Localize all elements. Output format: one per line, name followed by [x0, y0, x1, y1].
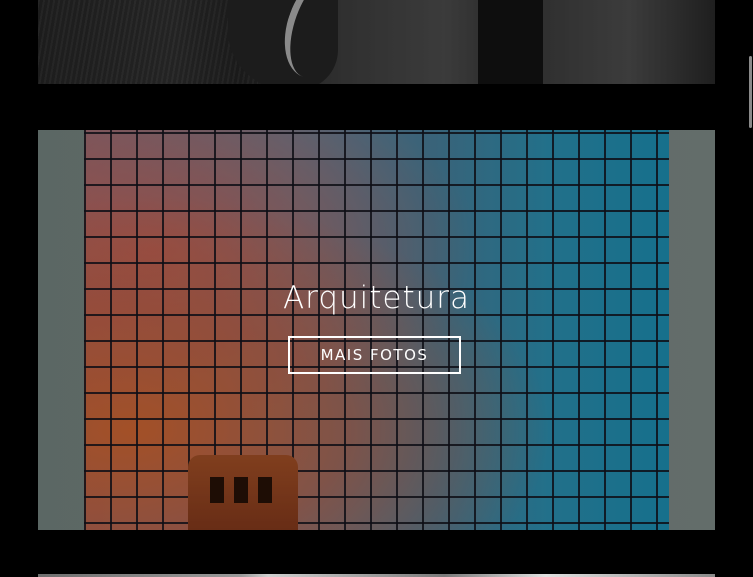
gallery-page: Arquitetura MAIS FOTOS	[0, 0, 753, 577]
card-content: Arquitetura MAIS FOTOS	[38, 130, 715, 530]
scrollbar-thumb[interactable]	[749, 56, 752, 128]
scrollbar-track[interactable]	[749, 0, 753, 577]
card-overlay	[38, 0, 715, 84]
gallery-card-elephant[interactable]	[38, 0, 715, 84]
card-title: Arquitetura	[282, 280, 471, 316]
more-photos-button[interactable]: MAIS FOTOS	[288, 336, 461, 374]
gallery-card-architecture[interactable]: Arquitetura MAIS FOTOS	[38, 130, 715, 530]
